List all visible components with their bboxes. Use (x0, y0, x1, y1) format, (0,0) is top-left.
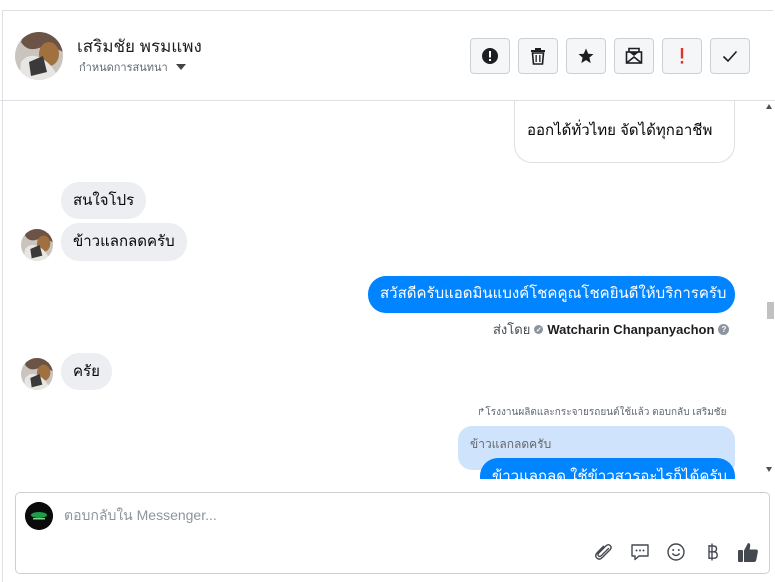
payment-button[interactable] (700, 540, 724, 564)
message-bubble-incoming: สนใจโปร (61, 182, 147, 219)
star-icon (578, 48, 594, 64)
saved-replies-button[interactable] (628, 540, 652, 564)
conversation-settings-label: กำหนดการสนทนา (79, 62, 168, 74)
emoji-icon (667, 543, 685, 561)
contact-name[interactable]: เสริมชัย พรมแพง (77, 33, 202, 60)
reply-composer (15, 492, 770, 574)
reply-input[interactable] (64, 507, 664, 523)
message-bubble-outgoing: สวัสดีครับแอดมินแบงค์โชคคูณโชคยินดีให้บร… (368, 276, 735, 313)
contact-avatar-small (21, 358, 53, 390)
mark-done-button[interactable] (710, 38, 750, 74)
message-thread[interactable]: ออกได้ทั่วไทย จัดได้ทุกอาชีพ สนใจโปร ข้า… (0, 101, 762, 479)
conversation-settings-dropdown[interactable]: กำหนดการสนทนา (79, 58, 186, 76)
message-bubble-incoming: ข้าวแลกลดครับ (61, 223, 187, 261)
baht-payment-icon (708, 543, 718, 561)
envelope-icon (625, 47, 643, 64)
scroll-thumb[interactable] (767, 302, 774, 319)
page-avatar (25, 502, 53, 530)
paperclip-icon (595, 544, 612, 560)
message-text: ออกได้ทั่วไทย จัดได้ทุกอาชีพ (527, 122, 713, 139)
message-bubble-outgoing-card: ออกได้ทั่วไทย จัดได้ทุกอาชีพ (514, 101, 735, 163)
message-text: ครัย (73, 363, 100, 380)
message-text: สนใจโปร (73, 192, 135, 209)
mark-important-button[interactable] (662, 38, 702, 74)
message-text: ข้าวแลกลด ใช้ข้าวสารอะไรก็ได้ครับ (492, 468, 728, 479)
scroll-down-arrow-icon[interactable] (766, 467, 772, 472)
contact-avatar-small (21, 229, 53, 261)
exclamation-circle-icon (482, 48, 498, 64)
star-button[interactable] (566, 38, 606, 74)
header-actions (470, 38, 750, 74)
verified-icon: ✓ (534, 325, 544, 334)
reply-context-note: ↱โรงงานผลิตและกระจายรถยนต์ใช้แล้ว ตอบกลั… (477, 407, 727, 418)
quick-replies-icon (631, 544, 649, 561)
sent-by-label: ส่งโดย (493, 322, 531, 337)
send-like-button[interactable] (736, 540, 760, 564)
delete-button[interactable] (518, 38, 558, 74)
composer-tools (592, 540, 760, 564)
message-text: ข้าวแลกลดครับ (73, 233, 175, 250)
sender-name[interactable]: Watcharin Chanpanyachon (547, 322, 714, 337)
trash-icon (531, 48, 545, 65)
scroll-up-arrow-icon[interactable] (766, 104, 772, 109)
info-icon[interactable]: ? (718, 324, 730, 335)
message-bubble-incoming: ครัย (61, 353, 112, 390)
mark-unread-button[interactable] (614, 38, 654, 74)
quoted-text: ข้าวแลกลดครับ (470, 437, 552, 451)
conversation-header: เสริมชัย พรมแพง กำหนดการสนทนา (0, 11, 775, 101)
thumbs-up-icon (738, 543, 758, 562)
message-bubble-outgoing: ข้าวแลกลด ใช้ข้าวสารอะไรก็ได้ครับ (480, 458, 735, 479)
sent-by-line: ส่งโดย ✓ Watcharin Chanpanyachon ? (493, 319, 730, 340)
report-spam-button[interactable] (470, 38, 510, 74)
contact-avatar[interactable] (15, 32, 63, 80)
message-scrollbar[interactable] (763, 101, 775, 479)
attach-file-button[interactable] (592, 540, 616, 564)
exclamation-icon (680, 48, 684, 64)
checkmark-icon (722, 50, 738, 63)
emoji-button[interactable] (664, 540, 688, 564)
message-text: สวัสดีครับแอดมินแบงค์โชคคูณโชคยินดีให้บร… (380, 285, 727, 302)
caret-down-icon (175, 64, 186, 70)
